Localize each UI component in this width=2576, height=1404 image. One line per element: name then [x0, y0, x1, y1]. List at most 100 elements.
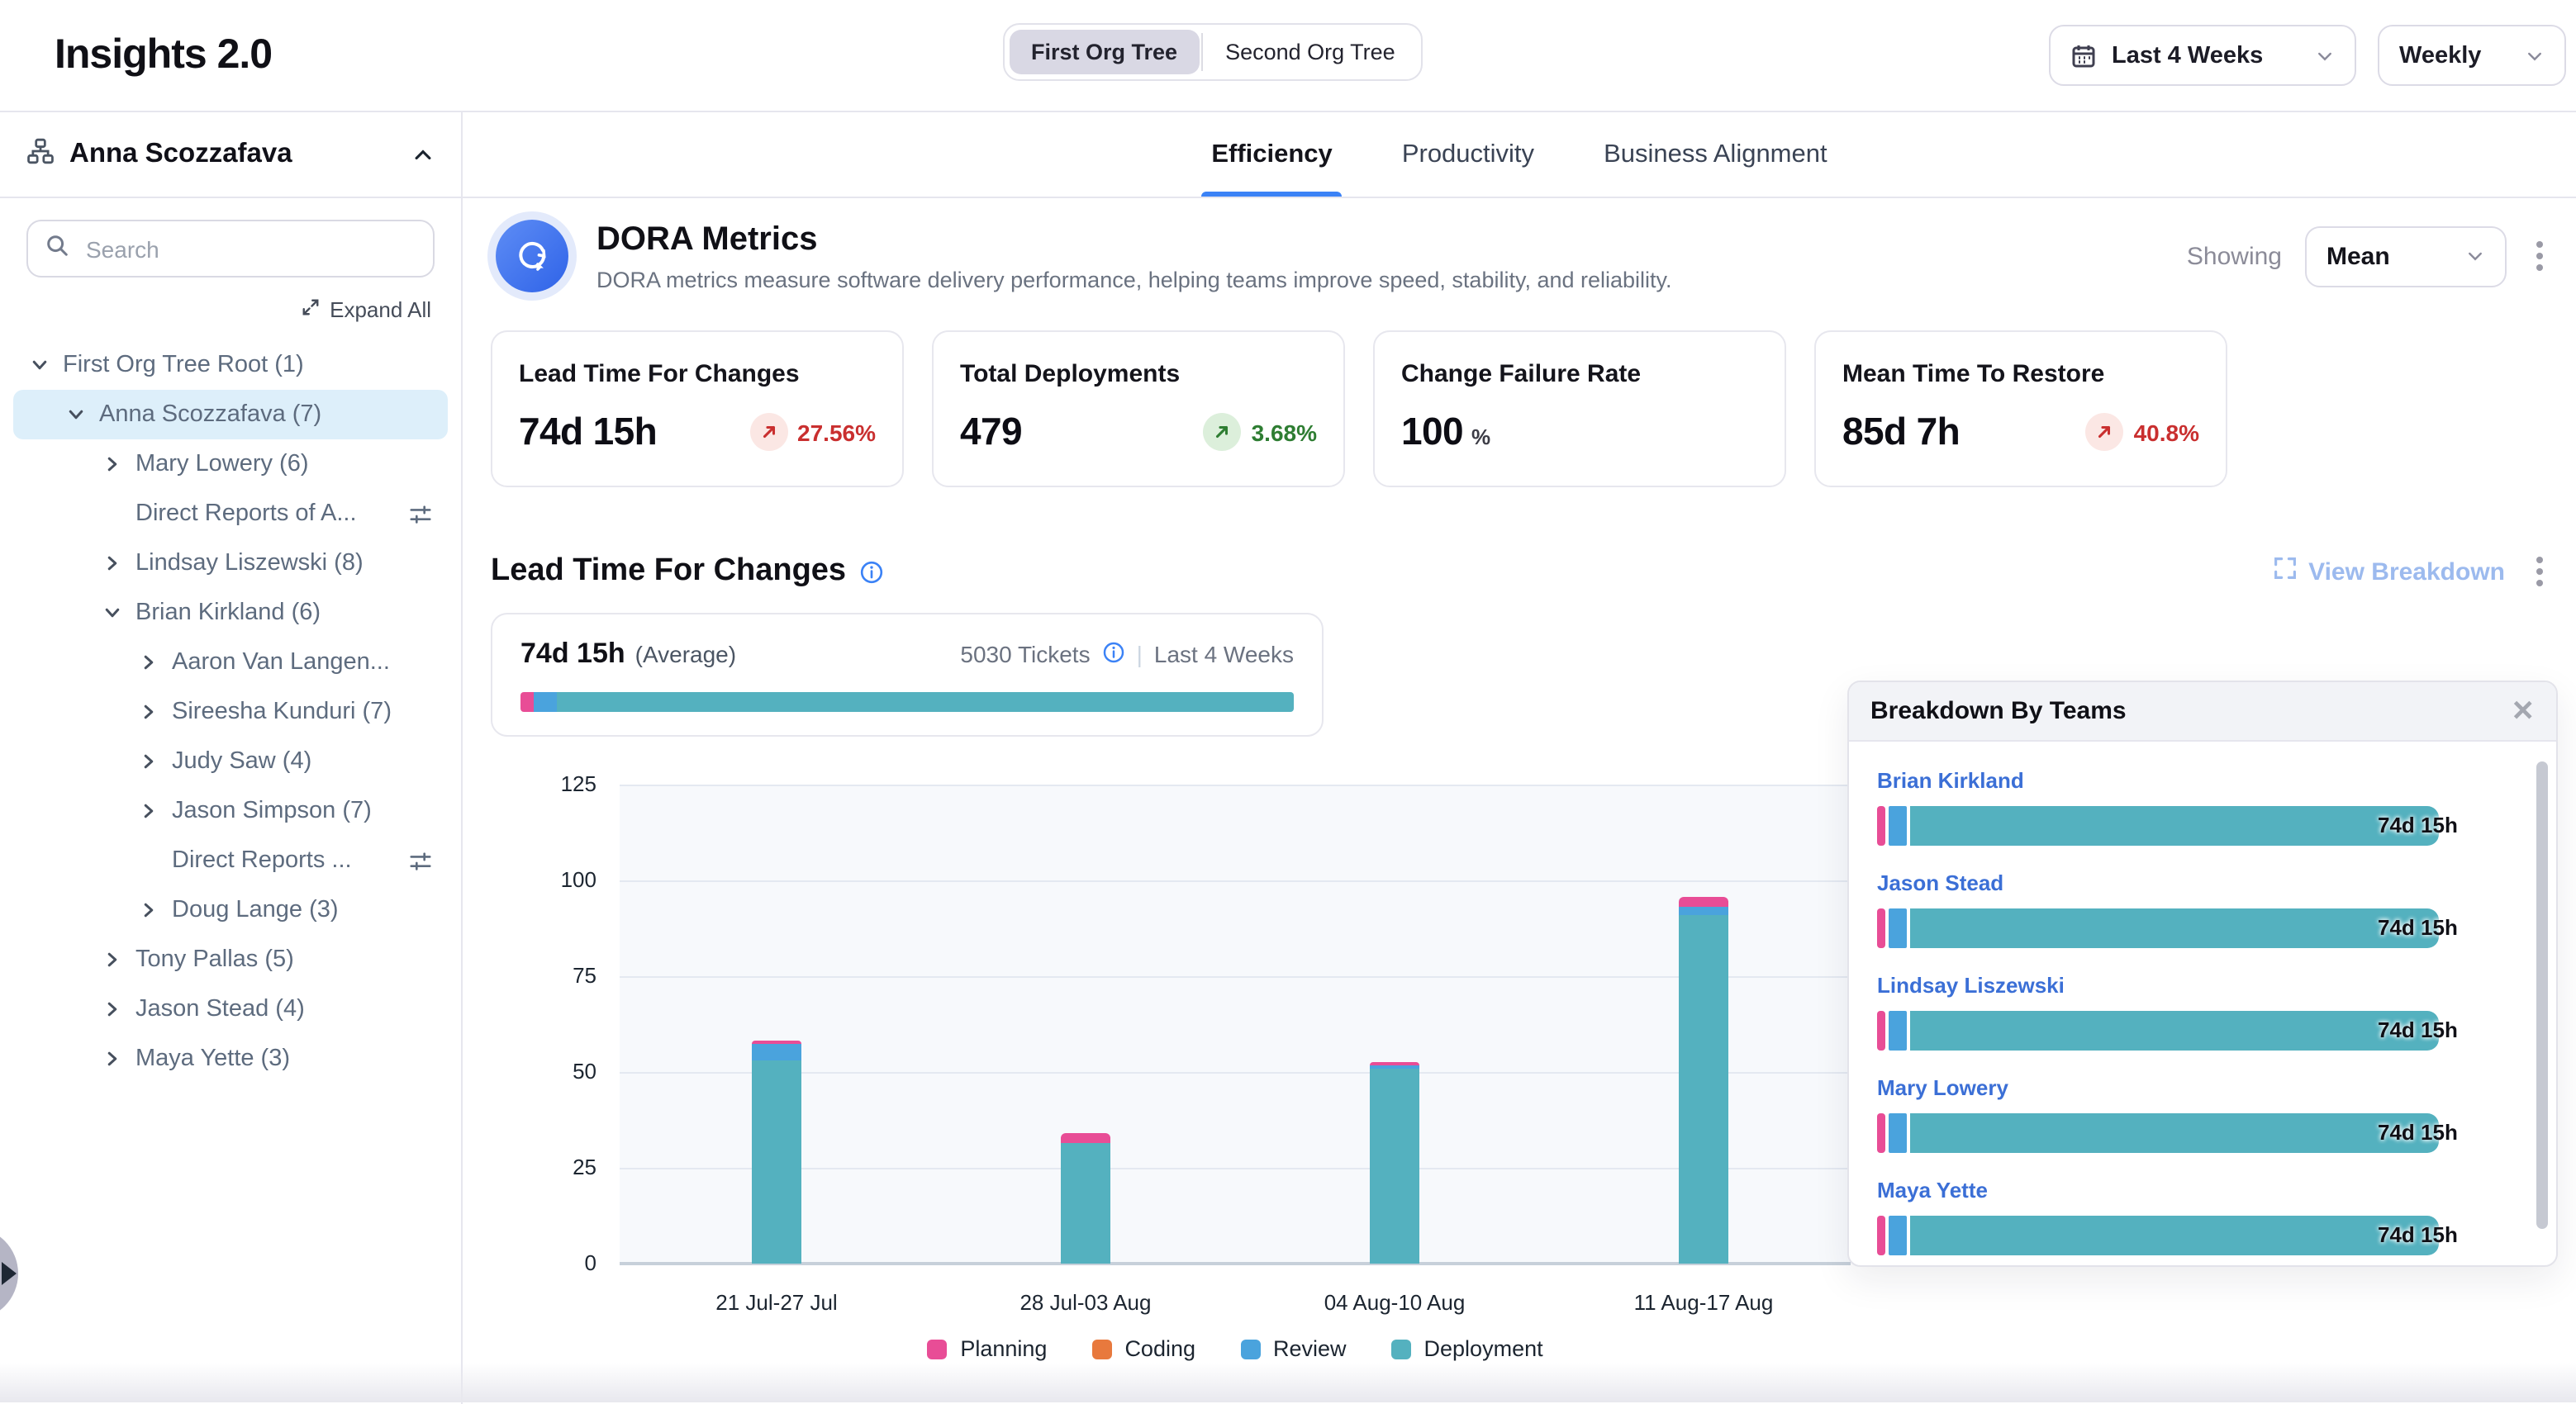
- close-icon[interactable]: ✕: [2512, 697, 2536, 725]
- chevron-right-icon[interactable]: [135, 798, 162, 824]
- sidebar-collapse-handle[interactable]: [0, 1227, 18, 1320]
- granularity-dropdown[interactable]: Weekly: [2378, 25, 2566, 86]
- bar-segment-review: [1889, 908, 1907, 948]
- sidebar-search: [26, 220, 435, 277]
- bar-21-jul-27-jul[interactable]: [752, 1041, 801, 1264]
- chevron-down-icon[interactable]: [26, 352, 53, 378]
- chevron-right-icon[interactable]: [135, 699, 162, 725]
- info-icon[interactable]: [1102, 640, 1125, 668]
- date-range-dropdown[interactable]: Last 4 Weeks: [2049, 25, 2356, 86]
- filter-icon[interactable]: [408, 501, 433, 526]
- breakdown-panel-title: Breakdown By Teams: [1870, 697, 2127, 725]
- summary-segment-deployment: [556, 692, 1294, 712]
- filter-icon[interactable]: [408, 848, 433, 873]
- tree-item-first-org-tree-root-1[interactable]: First Org Tree Root (1): [13, 340, 448, 390]
- bar-11-aug-17-aug[interactable]: [1679, 897, 1728, 1264]
- legend-label: Review: [1273, 1336, 1347, 1361]
- chevron-right-icon[interactable]: [99, 946, 126, 973]
- tree-item-judy-saw-4[interactable]: Judy Saw (4): [13, 737, 448, 786]
- team-row-brian-kirkland: Brian Kirkland 74d 15h: [1877, 766, 2513, 846]
- tree-item-lindsay-liszewski-8[interactable]: Lindsay Liszewski (8): [13, 538, 448, 588]
- trend-up-icon: [749, 413, 787, 451]
- lead-time-section-header: Lead Time For Changes: [491, 550, 2550, 593]
- tree-item-jason-simpson-7[interactable]: Jason Simpson (7): [13, 786, 448, 836]
- toggle-first-org-tree[interactable]: First Org Tree: [1010, 30, 1199, 74]
- main-tabs: Efficiency Productivity Business Alignment: [463, 112, 2576, 198]
- legend-swatch: [1091, 1339, 1111, 1359]
- tree-item-maya-yette-3[interactable]: Maya Yette (3): [13, 1034, 448, 1084]
- tree-item-direct-reports-of-a[interactable]: Direct Reports of A...: [13, 489, 448, 538]
- legend-item-review: Review: [1240, 1336, 1347, 1361]
- chart-legend: PlanningCodingReviewDeployment: [620, 1336, 1851, 1361]
- info-icon[interactable]: [859, 559, 884, 584]
- tree-item-doug-lange-3[interactable]: Doug Lange (3): [13, 885, 448, 935]
- y-axis-tick: 25: [504, 1155, 596, 1179]
- view-breakdown-button[interactable]: View Breakdown: [2274, 557, 2505, 586]
- legend-swatch: [927, 1339, 947, 1359]
- metric-title: Mean Time To Restore: [1842, 360, 2199, 388]
- sidebar-user-name: Anna Scozzafava: [69, 139, 292, 170]
- chevron-right-icon[interactable]: [135, 897, 162, 923]
- toggle-second-org-tree[interactable]: Second Org Tree: [1204, 30, 1417, 74]
- tab-productivity[interactable]: Productivity: [1399, 112, 1538, 197]
- expand-all-button[interactable]: Expand All: [30, 297, 431, 322]
- chevron-down-icon[interactable]: [63, 401, 89, 428]
- team-name-link[interactable]: Mary Lowery: [1877, 1075, 2008, 1100]
- sidebar-user-header[interactable]: Anna Scozzafava: [0, 112, 461, 198]
- tab-business-alignment[interactable]: Business Alignment: [1600, 112, 1831, 197]
- y-axis-tick: 100: [504, 867, 596, 892]
- gridline-75: [620, 976, 1851, 978]
- tree-item-jason-stead-4[interactable]: Jason Stead (4): [13, 984, 448, 1034]
- bar-segment-deployment: [1061, 1142, 1110, 1264]
- dora-kebab-menu[interactable]: [2530, 235, 2550, 277]
- tree-item-brian-kirkland-6[interactable]: Brian Kirkland (6): [13, 588, 448, 638]
- panel-scrollbar-thumb[interactable]: [2536, 761, 2548, 1229]
- search-input[interactable]: [83, 234, 416, 263]
- bar-segment-deployment: [1910, 1216, 2439, 1255]
- chevron-right-icon[interactable]: [99, 451, 126, 477]
- bar-segment-deployment: [752, 1060, 801, 1264]
- tree-item-mary-lowery-6[interactable]: Mary Lowery (6): [13, 439, 448, 489]
- team-name-link[interactable]: Jason Stead: [1877, 870, 2003, 895]
- calendar-icon: [2070, 42, 2097, 69]
- bar-segment-deployment: [1910, 806, 2439, 846]
- tree-item-anna-scozzafava-7[interactable]: Anna Scozzafava (7): [13, 390, 448, 439]
- chevron-down-icon: [2315, 45, 2335, 65]
- team-name-link[interactable]: Maya Yette: [1877, 1178, 1988, 1202]
- showing-label: Showing: [2187, 242, 2282, 270]
- chevron-right-icon[interactable]: [135, 748, 162, 775]
- chevron-right-icon[interactable]: [99, 1046, 126, 1072]
- team-stacked-bar: 74d 15h: [1877, 806, 2439, 846]
- bar-segment-deployment: [1910, 1011, 2439, 1051]
- chevron-up-icon[interactable]: [411, 143, 435, 166]
- tree-item-direct-reports[interactable]: Direct Reports ...: [13, 836, 448, 885]
- trend-badge: 27.56%: [749, 413, 876, 451]
- bar-segment-review: [1889, 1113, 1907, 1153]
- tree-item-label: Direct Reports ...: [172, 847, 352, 874]
- dora-section-header: DORA Metrics DORA metrics measure softwa…: [491, 220, 2550, 292]
- tree-item-label: First Org Tree Root (1): [63, 352, 304, 378]
- chevron-down-icon[interactable]: [99, 600, 126, 626]
- bar-04-aug-10-aug[interactable]: [1370, 1062, 1419, 1264]
- tree-item-tony-pallas-5[interactable]: Tony Pallas (5): [13, 935, 448, 984]
- main-content: Efficiency Productivity Business Alignment…: [463, 112, 2576, 1404]
- bar-segment-deployment: [1370, 1068, 1419, 1264]
- chevron-right-icon[interactable]: [99, 550, 126, 576]
- chevron-right-icon[interactable]: [135, 649, 162, 676]
- chevron-right-icon[interactable]: [99, 996, 126, 1022]
- lead-time-title: Lead Time For Changes: [491, 553, 846, 590]
- team-value: 74d 15h: [2378, 1222, 2458, 1247]
- toggle-divider: [1200, 33, 1202, 71]
- tab-efficiency[interactable]: Efficiency: [1208, 112, 1335, 197]
- showing-dropdown[interactable]: Mean: [2305, 225, 2507, 287]
- tree-item-sireesha-kunduri-7[interactable]: Sireesha Kunduri (7): [13, 687, 448, 737]
- top-bar: Insights 2.0 First Org Tree Second Org T…: [0, 0, 2576, 112]
- bar-28-jul-03-aug[interactable]: [1061, 1132, 1110, 1264]
- x-axis-tick: 21 Jul-27 Jul: [653, 1290, 901, 1315]
- lead-time-kebab-menu[interactable]: [2530, 550, 2550, 593]
- tree-item-aaron-van-langen[interactable]: Aaron Van Langen...: [13, 638, 448, 687]
- trend-badge: 3.68%: [1204, 413, 1317, 451]
- team-name-link[interactable]: Lindsay Liszewski: [1877, 973, 2065, 998]
- metric-value: 479: [960, 410, 1022, 454]
- team-name-link[interactable]: Brian Kirkland: [1877, 768, 2024, 793]
